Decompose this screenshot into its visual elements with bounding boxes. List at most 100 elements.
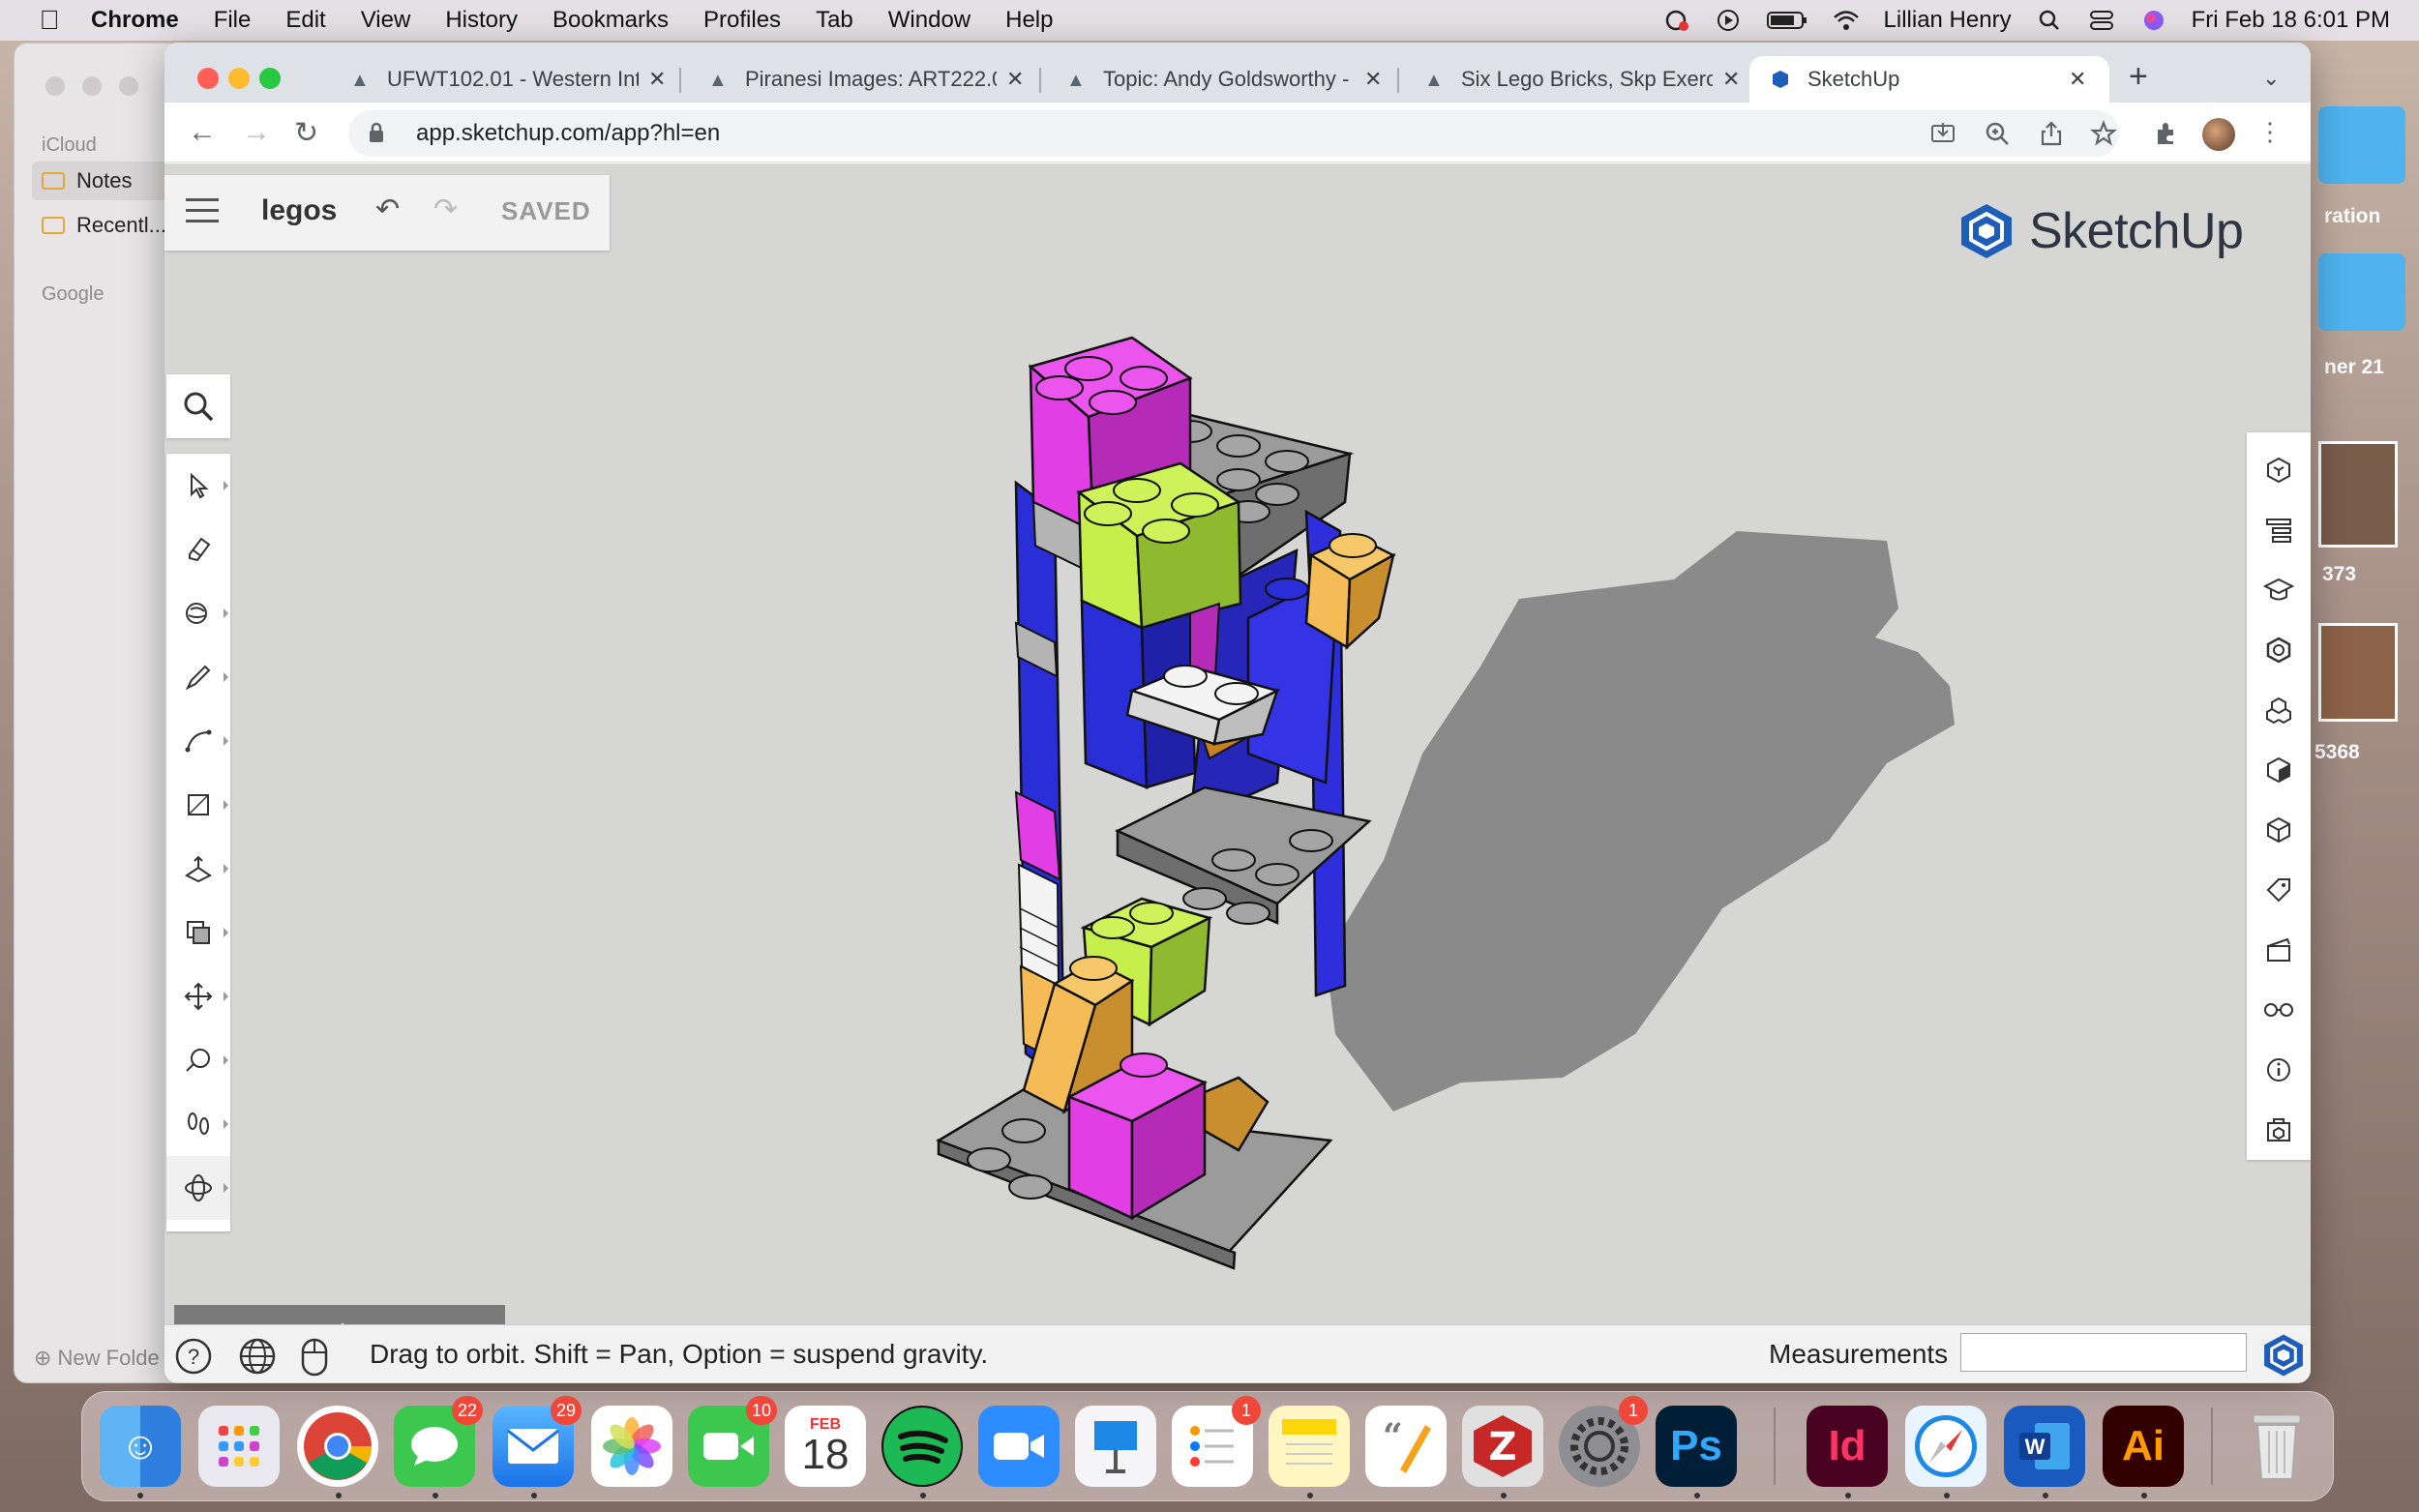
desktop-folder-icon[interactable] [2318, 253, 2405, 331]
mail-dock-icon[interactable]: 29 [493, 1396, 582, 1487]
photos-dock-icon[interactable] [591, 1406, 672, 1487]
undo-button[interactable]: ↶ [375, 193, 400, 226]
illustrator-dock-icon[interactable]: Ai [2103, 1406, 2184, 1487]
menu-datetime[interactable]: Fri Feb 18 6:01 PM [2192, 7, 2390, 34]
help-icon[interactable]: ? [174, 1337, 213, 1376]
tab-piranesi[interactable]: ▲ Piranesi Images: ART222.0 ✕ [687, 56, 1037, 103]
close-tab-icon[interactable]: ✕ [1722, 67, 1740, 92]
launchpad-dock-icon[interactable] [198, 1406, 280, 1487]
measurements-input[interactable] [1960, 1333, 2247, 1372]
arc-tool[interactable] [166, 709, 230, 773]
styles-panel[interactable] [2247, 740, 2311, 800]
close-tab-icon[interactable]: ✕ [2069, 67, 2086, 92]
offset-tool[interactable] [166, 901, 230, 964]
new-tab-button[interactable]: + [2129, 58, 2148, 96]
safari-dock-icon[interactable] [1905, 1406, 1986, 1487]
minimize-window-button[interactable] [228, 68, 250, 89]
spotify-dock-icon[interactable] [881, 1406, 963, 1487]
finder-dock-icon[interactable]: ☺ [100, 1406, 181, 1487]
photoshop-dock-icon[interactable]: Ps [1656, 1406, 1737, 1487]
search-button[interactable] [166, 374, 230, 438]
apple-menu-icon[interactable]:  [25, 5, 74, 36]
keynote-dock-icon[interactable] [1075, 1406, 1156, 1487]
calendar-dock-icon[interactable]: FEB 18 [785, 1406, 866, 1487]
tab-andy-goldsworthy[interactable]: ▲ Topic: Andy Goldsworthy - ✕ [1045, 56, 1395, 103]
reload-button[interactable]: ↻ [294, 116, 318, 150]
globe-icon[interactable] [238, 1337, 277, 1376]
menu-user-name[interactable]: Lillian Henry [1884, 7, 2012, 34]
menu-window[interactable]: Window [871, 7, 988, 34]
push-pull-tool[interactable] [166, 837, 230, 901]
facetime-dock-icon[interactable]: 10 [688, 1396, 777, 1487]
tab-search-chevron-icon[interactable]: ⌄ [2262, 66, 2280, 91]
reminders-dock-icon[interactable]: 1 [1172, 1396, 1261, 1487]
share-icon[interactable] [2038, 120, 2065, 147]
outliner-panel[interactable] [2247, 500, 2311, 560]
close-window-button[interactable] [197, 68, 219, 89]
menu-edit[interactable]: Edit [268, 7, 343, 34]
view-panel[interactable] [2247, 980, 2311, 1040]
messages-dock-icon[interactable]: 22 [394, 1396, 483, 1487]
profile-avatar[interactable] [2202, 118, 2235, 151]
forward-button[interactable]: → [242, 116, 271, 149]
indesign-dock-icon[interactable]: Id [1807, 1406, 1888, 1487]
spotlight-search-icon[interactable] [2035, 9, 2064, 32]
menu-history[interactable]: History [428, 7, 535, 34]
creative-cloud-icon[interactable] [1661, 9, 1690, 32]
install-app-icon[interactable] [1929, 120, 1956, 147]
tab-sketchup[interactable]: SketchUp ✕ [1749, 56, 2109, 103]
menu-help[interactable]: Help [988, 7, 1070, 34]
control-center-icon[interactable] [2087, 9, 2116, 32]
pages-dock-icon[interactable]: “ [1365, 1406, 1447, 1487]
solid-tools-panel[interactable] [2247, 680, 2311, 740]
desktop-image-thumbnail[interactable] [2318, 441, 2398, 548]
tags-panel[interactable] [2247, 860, 2311, 920]
word-dock-icon[interactable]: W [2004, 1406, 2085, 1487]
new-folder-button[interactable]: ⊕ New Folde [34, 1346, 160, 1371]
close-tab-icon[interactable]: ✕ [1006, 67, 1024, 92]
notes-dock-icon[interactable] [1269, 1406, 1350, 1487]
tab-six-lego-bricks[interactable]: ▲ Six Lego Bricks, Skp Exerci ✕ [1403, 56, 1753, 103]
menu-tab[interactable]: Tab [798, 7, 871, 34]
close-tab-icon[interactable]: ✕ [1364, 67, 1382, 92]
address-bar[interactable]: app.sketchup.com/app?hl=en [348, 110, 2119, 157]
siri-icon[interactable] [2139, 9, 2168, 32]
menu-app-name[interactable]: Chrome [74, 7, 196, 34]
menu-profiles[interactable]: Profiles [686, 7, 798, 34]
redo-button[interactable]: ↷ [433, 193, 458, 226]
system-preferences-dock-icon[interactable]: 1 [1559, 1396, 1648, 1487]
mouse-icon[interactable] [300, 1337, 329, 1378]
play-icon[interactable] [1714, 9, 1743, 32]
menu-view[interactable]: View [343, 7, 429, 34]
select-tool[interactable] [166, 454, 230, 518]
eraser-tool[interactable] [166, 518, 230, 581]
pencil-tool[interactable] [166, 645, 230, 709]
move-tool[interactable] [166, 964, 230, 1028]
zoom-icon[interactable] [1984, 120, 2011, 147]
main-menu-hamburger-icon[interactable] [186, 198, 219, 223]
menu-bookmarks[interactable]: Bookmarks [535, 7, 686, 34]
battery-icon[interactable] [1766, 9, 1808, 32]
instructor-panel[interactable] [2247, 560, 2311, 620]
sketchup-logo-icon[interactable] [2262, 1333, 2305, 1378]
zotero-dock-icon[interactable]: Z [1462, 1406, 1543, 1487]
tape-measure-tool[interactable] [166, 1028, 230, 1092]
chrome-dock-icon[interactable] [297, 1406, 378, 1487]
bookmark-star-icon[interactable] [2090, 120, 2117, 147]
walk-tool[interactable] [166, 1092, 230, 1156]
rectangle-tool[interactable] [166, 773, 230, 837]
chrome-menu-icon[interactable]: ⋮ [2256, 118, 2284, 145]
scenes-panel[interactable] [2247, 920, 2311, 980]
entity-info-panel[interactable] [2247, 440, 2311, 500]
zoom-dock-icon[interactable] [978, 1406, 1060, 1487]
desktop-image-thumbnail[interactable] [2318, 623, 2398, 722]
tab-ufwt102[interactable]: ▲ UFWT102.01 - Western Int ✕ [329, 56, 677, 103]
menu-file[interactable]: File [196, 7, 269, 34]
3d-model-viewport[interactable] [164, 163, 2311, 1368]
paint-bucket-tool[interactable] [166, 581, 230, 645]
3d-warehouse-panel[interactable] [2247, 1100, 2311, 1160]
display-panel[interactable] [2247, 800, 2311, 860]
wifi-icon[interactable] [1832, 9, 1861, 32]
document-name[interactable]: legos [261, 194, 337, 227]
trash-dock-icon[interactable] [2236, 1406, 2317, 1487]
